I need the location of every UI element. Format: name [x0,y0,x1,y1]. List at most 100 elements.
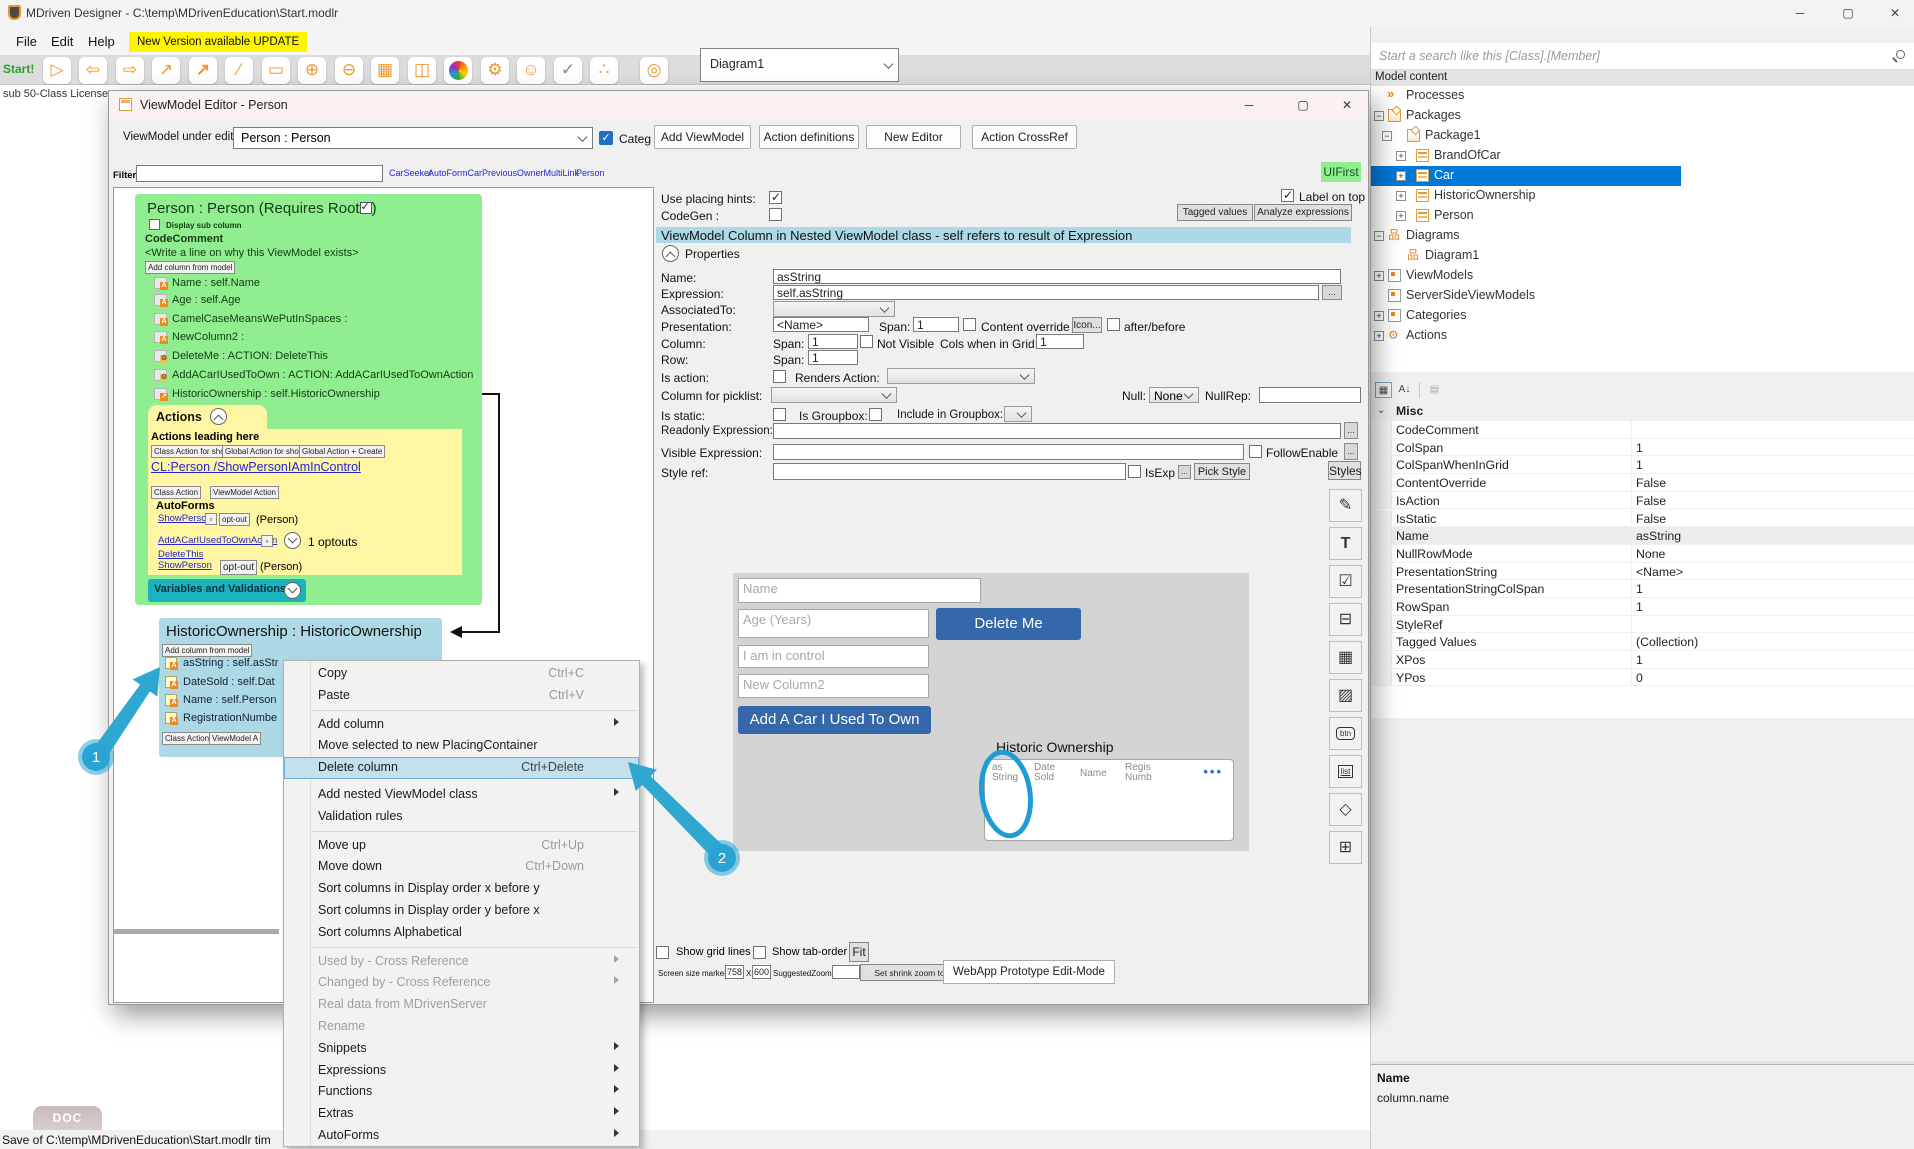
presentation-input[interactable]: <Name> [773,317,869,332]
play-icon[interactable]: ▷ [43,57,71,84]
menu-item-sort-x-before-y[interactable]: Sort columns in Display order x before y [284,878,639,900]
window-close-button[interactable]: ✕ [1872,0,1914,27]
menu-item-real-data[interactable]: Real data from MDrivenServer [284,994,639,1016]
checkbox-tool-icon[interactable]: ☑ [1329,565,1362,598]
menu-edit[interactable]: Edit [45,31,79,52]
combo-tool-icon[interactable]: ⊟ [1329,603,1362,636]
style-ref-input[interactable] [773,463,1126,480]
tree-item-actions[interactable]: +⚙Actions [1371,326,1914,346]
column-row[interactable]: Name : self.Person [183,694,277,706]
grid-col-datesold[interactable]: Date Sold [1034,763,1060,783]
dashed-line-icon[interactable]: ∕ [225,57,253,84]
user-key-icon[interactable]: ☺ [517,57,545,84]
menu-item-move-selected[interactable]: Move selected to new PlacingContainer [284,735,639,757]
column-row[interactable]: asString : self.asStr [183,657,278,669]
menu-item-validation-rules[interactable]: Validation rules [284,806,639,828]
category-row-misc[interactable]: ⌄Misc [1371,402,1914,421]
after-before-checkbox[interactable] [1107,318,1120,331]
tree-item-processes[interactable]: »Processes [1371,86,1914,106]
expand-icon[interactable]: + [1374,331,1384,341]
viewmodel-select[interactable]: Person : Person [233,127,593,149]
fit-button[interactable]: Fit [849,942,869,962]
menu-item-snippets[interactable]: Snippets [284,1038,639,1060]
name-field[interactable]: Name [738,578,981,603]
forward-arrow-icon[interactable]: ⇨ [116,57,144,84]
expand-icon[interactable]: + [1396,211,1406,221]
menu-item-move-down[interactable]: Move downCtrl+Down [284,856,639,878]
column-row[interactable]: RegistrationNumbe [183,712,277,724]
newcolumn2-field[interactable]: New Column2 [738,674,929,698]
expression-ellipsis-button[interactable]: ... [1322,285,1342,300]
readonly-expression-input[interactable] [773,423,1341,439]
grid-menu-dots[interactable]: ••• [1203,764,1223,779]
show-grid-lines-checkbox[interactable] [656,946,669,959]
prop-row[interactable]: CodeComment [1371,421,1914,439]
tree-item-historicownership[interactable]: +HistoricOwnership [1371,186,1914,206]
null-select[interactable]: None [1149,387,1199,403]
menu-item-sort-y-before-x[interactable]: Sort columns in Display order y before x [284,900,639,922]
prop-row[interactable]: StyleRef [1371,616,1914,634]
draw-arrow-icon[interactable]: ↗ [189,57,217,84]
prop-row[interactable]: Tagged Values(Collection) [1371,633,1914,651]
menu-item-add-nested[interactable]: Add nested ViewModel class [284,784,639,806]
link-person[interactable]: Person [576,168,605,178]
menu-item-sort-alphabetical[interactable]: Sort columns Alphabetical [284,922,639,944]
historic-ownership-grid[interactable]: as String Date Sold Name Regis Numb ••• [984,759,1234,841]
categorized-view-icon[interactable]: ▦ [1375,382,1392,398]
collapse-circle-icon[interactable] [662,245,679,262]
button-tool-icon[interactable]: btn [1329,717,1362,750]
prop-row[interactable]: ColSpan1 [1371,439,1914,457]
window-tool-icon[interactable]: ⊞ [1329,831,1362,864]
tree-item-car[interactable]: +Car [1371,166,1681,186]
column-row[interactable]: DateSold : self.Dat [183,676,275,688]
prop-row[interactable]: IsActionFalse [1371,492,1914,510]
edit-tool-icon[interactable]: ✎ [1329,489,1362,522]
menu-file[interactable]: File [10,31,43,52]
back-arrow-icon[interactable]: ⇦ [79,57,107,84]
visible-expression-input[interactable] [773,444,1244,460]
image-tool-icon[interactable]: ▨ [1329,679,1362,712]
color-wheel-icon-btn[interactable] [444,57,472,84]
model-search-input[interactable]: Start a search like this [Class].[Member… [1371,43,1914,70]
zoom-in-icon[interactable]: ⊕ [298,57,326,84]
expand-icon[interactable]: + [1396,171,1406,181]
menu-item-rename[interactable]: Rename [284,1016,639,1038]
tree-item-package1[interactable]: −Package1 [1371,126,1914,146]
prop-row[interactable]: XPos1 [1371,651,1914,669]
prop-row[interactable]: YPos0 [1371,669,1914,687]
presentation-span-input[interactable]: 1 [913,317,959,332]
renders-action-select[interactable] [887,368,1035,384]
show-tab-order-checkbox[interactable] [753,946,766,959]
prop-row[interactable]: ColSpanWhenInGrid1 [1371,456,1914,474]
alphabetical-sort-icon[interactable]: A↓ [1396,382,1413,398]
doc-tab[interactable]: DOC [33,1106,102,1130]
icon-button[interactable]: Icon... [1072,317,1102,333]
webapp-prototype-button[interactable]: WebApp Prototype Edit-Mode [943,960,1115,984]
expression-input[interactable]: self.asString [773,285,1319,300]
menu-item-changed-by[interactable]: Changed by - Cross Reference [284,972,639,994]
collapse-icon[interactable]: − [1374,111,1384,121]
content-override-checkbox[interactable] [963,318,976,331]
tree-item-person[interactable]: +Person [1371,206,1914,226]
column-picklist-select[interactable] [771,387,897,403]
prop-row[interactable]: NullRowModeNone [1371,545,1914,563]
link-autoform[interactable]: AutoFormCarPreviousOwnerMultiLink [428,168,579,178]
row-span-input[interactable]: 1 [808,350,858,365]
window-run-icon[interactable]: ◫ [408,57,436,84]
isexp-checkbox[interactable] [1128,465,1141,478]
prop-row[interactable]: ContentOverrideFalse [1371,474,1914,492]
is-static-checkbox[interactable] [773,408,786,421]
relation-nodes-icon[interactable]: ∴ [590,57,618,84]
update-badge[interactable]: New Version available UPDATE [129,32,307,52]
expand-icon[interactable]: + [1374,311,1384,321]
expand-icon[interactable]: + [1396,151,1406,161]
window-minimize-button[interactable]: ─ [1777,0,1823,27]
action-definitions-button[interactable]: Action definitions [759,125,859,149]
dialog-close-button[interactable]: ✕ [1337,96,1357,114]
pick-style-button[interactable]: Pick Style [1194,463,1250,480]
prop-row[interactable]: PresentationString<Name> [1371,563,1914,581]
spiral-sync-icon[interactable]: ◎ [640,57,668,84]
screen-height-input[interactable]: 600 [752,965,771,979]
label-on-top-checkbox[interactable] [1281,189,1294,202]
tree-item-serversideviewmodels[interactable]: ServerSideViewModels [1371,286,1914,306]
